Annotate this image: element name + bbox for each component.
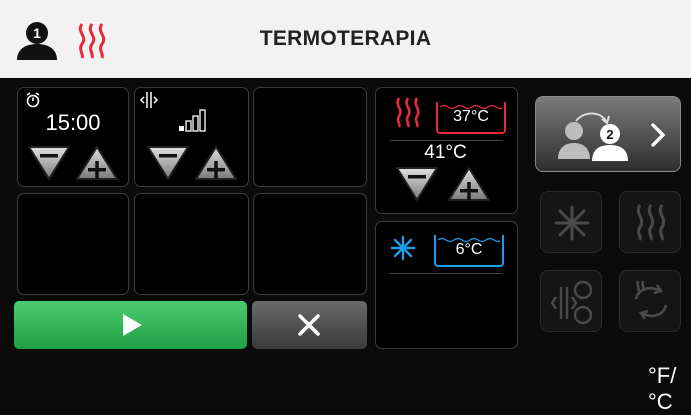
heat-decrease-button[interactable] bbox=[394, 165, 440, 203]
cold-water-temp-value: 6°C bbox=[455, 241, 483, 258]
heat-increase-button[interactable] bbox=[446, 165, 492, 203]
alternating-mode-button[interactable] bbox=[619, 270, 681, 332]
empty-slot bbox=[17, 193, 129, 295]
next-patient-badge: 2 bbox=[606, 127, 613, 142]
timer-increase-button[interactable] bbox=[74, 144, 120, 182]
minus-icon bbox=[40, 154, 58, 158]
switch-patient-icon: 2 bbox=[558, 112, 628, 161]
chevron-right-icon bbox=[651, 123, 666, 147]
cold-mode-button[interactable] bbox=[540, 191, 602, 253]
heat-water-temp: 37°C bbox=[436, 102, 506, 134]
snowflake-icon bbox=[390, 235, 416, 261]
cold-zone-panel: 6°C bbox=[375, 221, 518, 349]
empty-slot bbox=[134, 193, 249, 295]
stop-button[interactable] bbox=[252, 301, 367, 349]
water-wave-icon bbox=[440, 104, 502, 110]
close-icon bbox=[298, 314, 320, 336]
page-title: TERMOTERAPIA bbox=[259, 27, 432, 50]
timer-decrease-button[interactable] bbox=[26, 144, 72, 182]
heat-mode-button[interactable] bbox=[619, 191, 681, 253]
play-icon bbox=[123, 314, 142, 336]
start-button[interactable] bbox=[14, 301, 247, 349]
heat-waves-icon bbox=[636, 204, 666, 241]
timer-value: 15:00 bbox=[45, 110, 101, 135]
snowflake-icon bbox=[554, 205, 590, 241]
empty-slot bbox=[253, 87, 367, 187]
minus-icon bbox=[159, 154, 177, 158]
vibration-panel bbox=[134, 87, 249, 187]
minus-icon bbox=[408, 175, 426, 179]
vibration-decrease-button[interactable] bbox=[145, 144, 191, 182]
set-temperature-value: 41°C bbox=[424, 142, 467, 163]
vibration-heat-cold-icon bbox=[550, 280, 593, 325]
timer-icon bbox=[26, 92, 40, 108]
divider bbox=[390, 273, 503, 274]
vibration-increase-button[interactable] bbox=[193, 144, 239, 182]
vibration-icon bbox=[139, 92, 159, 108]
cycle-heat-cold-icon bbox=[634, 280, 668, 320]
signal-bars-icon bbox=[179, 109, 206, 132]
header-bar: 1 TERMOTERAPIA bbox=[0, 0, 691, 78]
next-patient-button[interactable]: 2 bbox=[535, 96, 681, 172]
water-wave-icon bbox=[438, 237, 500, 243]
cold-water-temp: 6°C bbox=[434, 235, 504, 267]
heat-water-temp-value: 37°C bbox=[453, 108, 489, 125]
divider bbox=[390, 140, 503, 141]
heat-waves-icon bbox=[396, 97, 420, 128]
combined-vibration-mode-button[interactable] bbox=[540, 270, 602, 332]
empty-slot bbox=[253, 193, 367, 295]
timer-panel: 15:00 bbox=[17, 87, 129, 187]
temperature-unit-toggle[interactable]: °F/°C bbox=[648, 363, 691, 415]
